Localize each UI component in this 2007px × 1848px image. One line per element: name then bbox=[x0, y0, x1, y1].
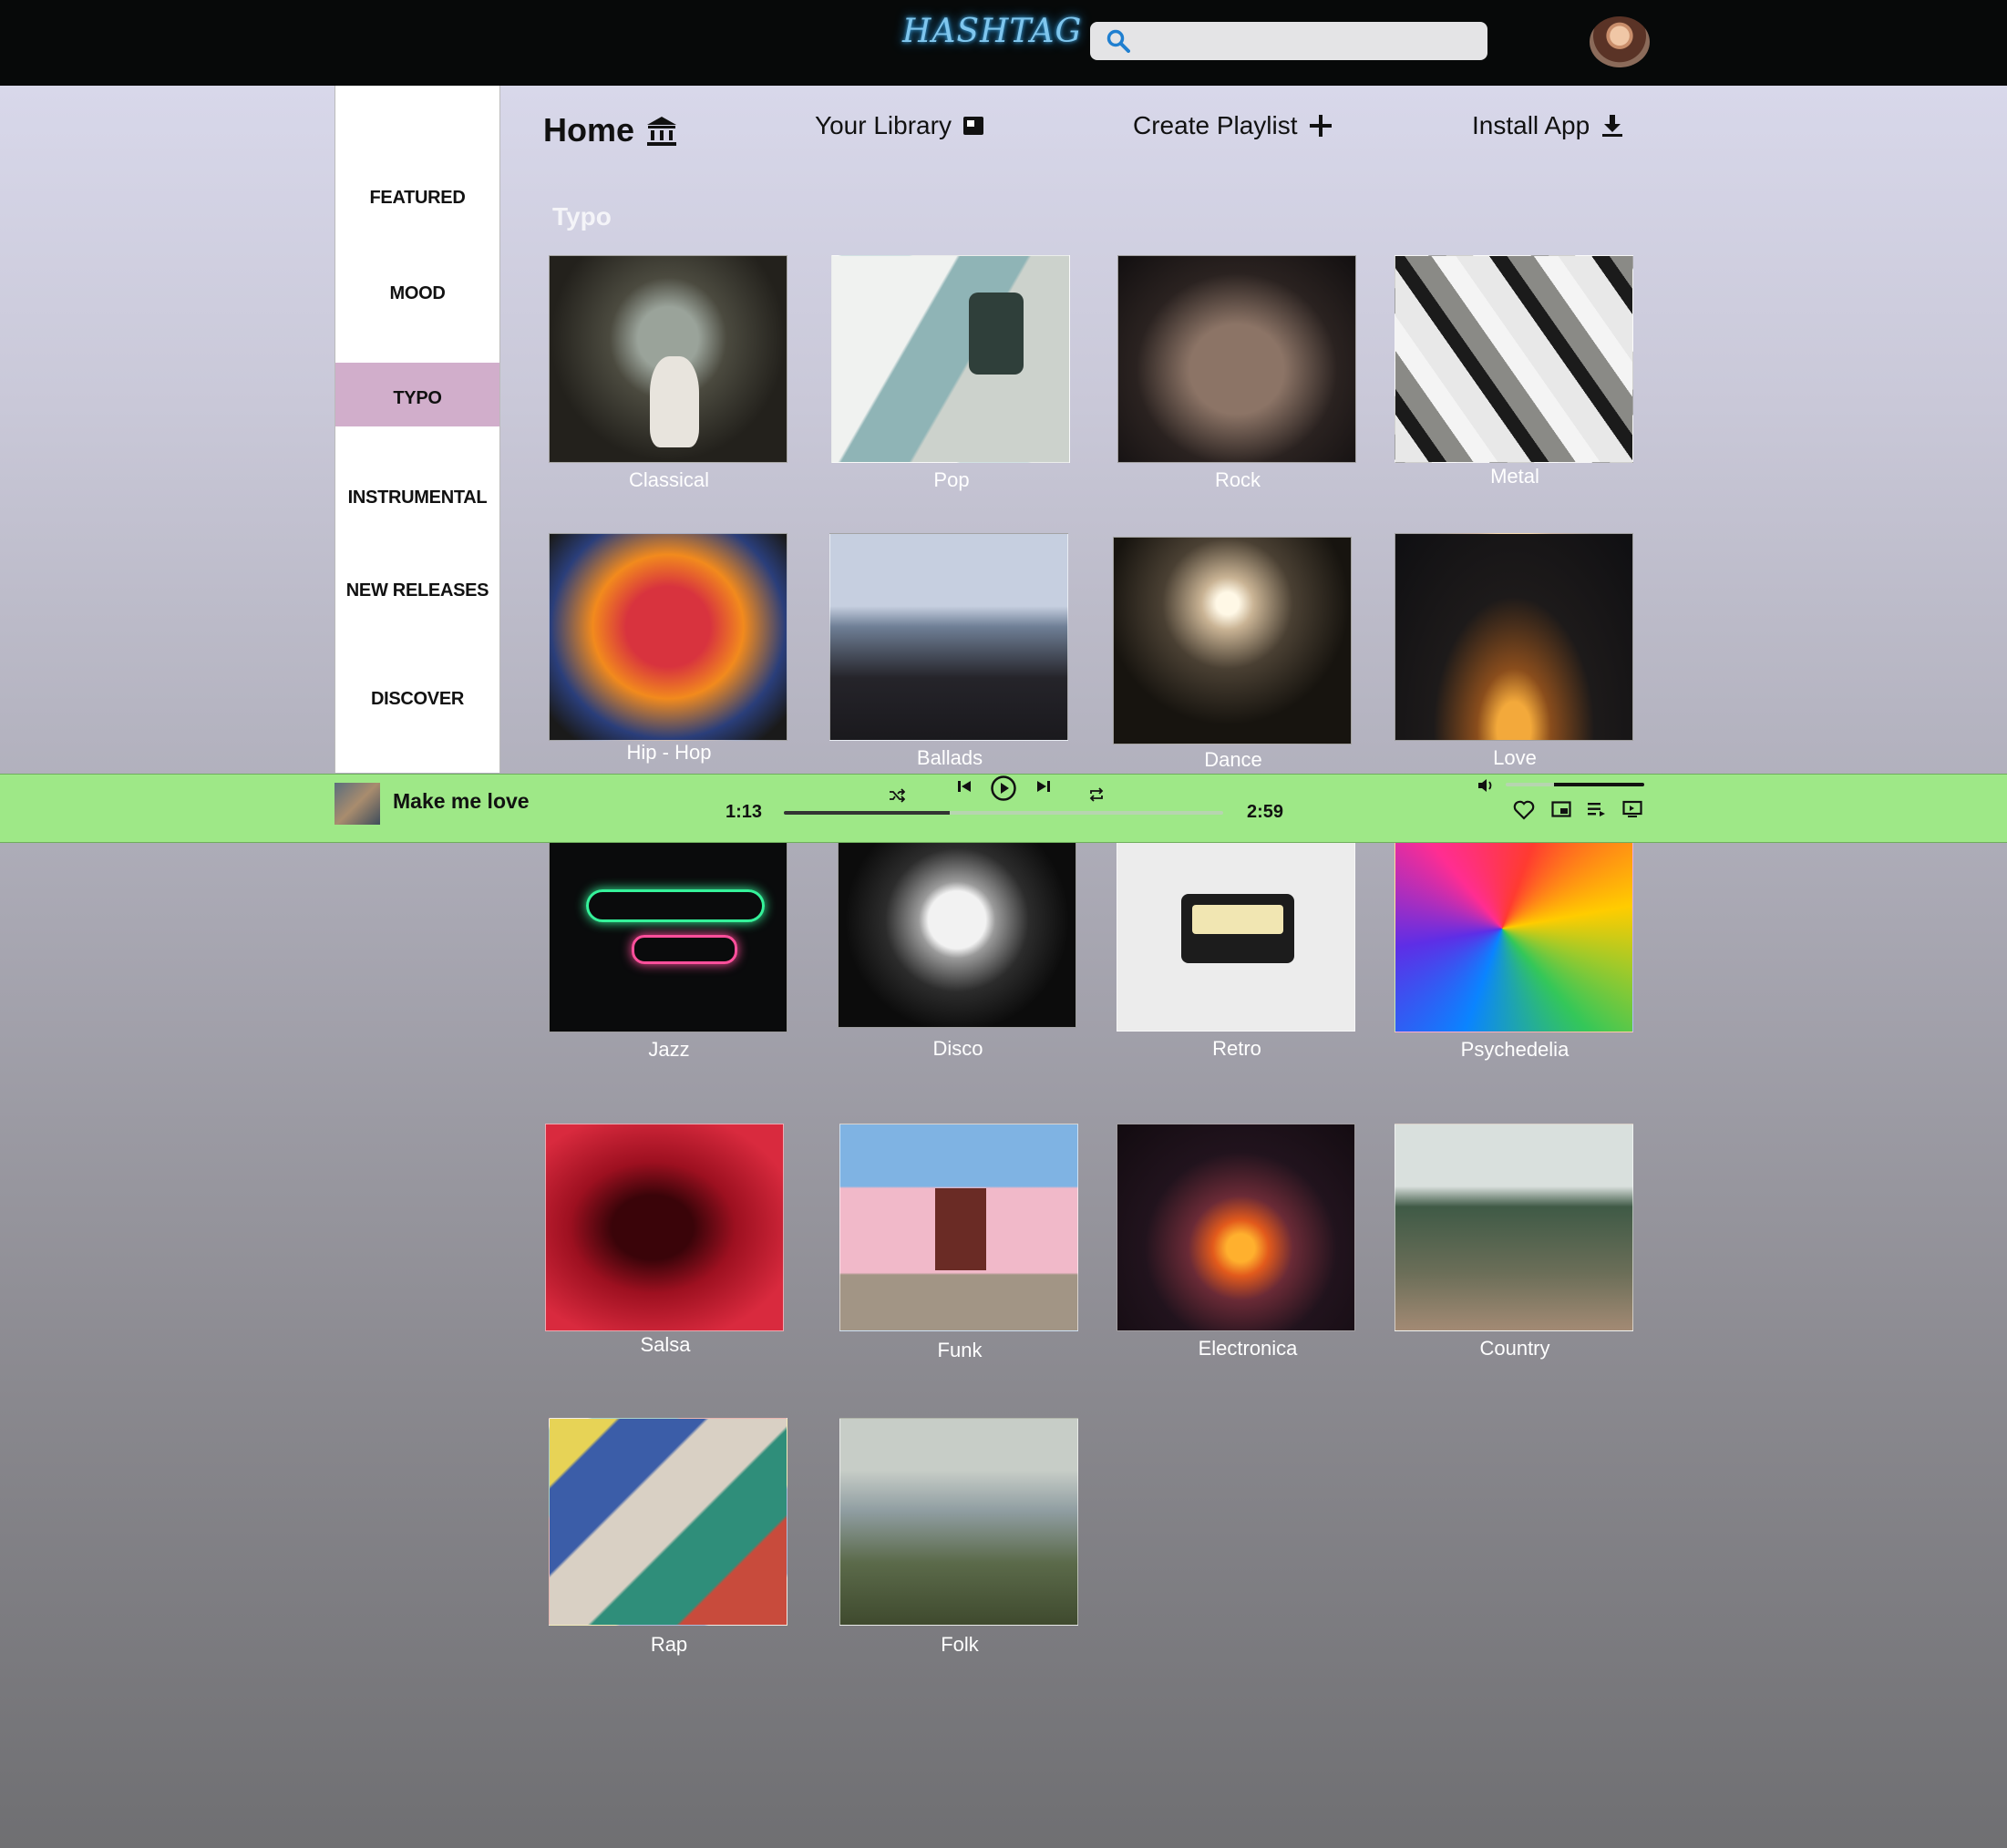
genre-tile-country[interactable]: Country bbox=[1395, 1124, 1635, 1360]
genre-tile-salsa[interactable]: Salsa bbox=[545, 1124, 786, 1356]
genre-image bbox=[549, 533, 787, 741]
genre-image bbox=[1113, 537, 1352, 744]
genre-image bbox=[839, 1124, 1078, 1331]
genre-image bbox=[549, 825, 787, 1032]
genre-tile-pop[interactable]: Pop bbox=[831, 255, 1072, 491]
genre-image bbox=[1117, 1124, 1355, 1331]
nav-create-playlist[interactable]: Create Playlist bbox=[1133, 111, 1333, 140]
genre-image bbox=[1117, 255, 1356, 463]
genre-label: Dance bbox=[1204, 748, 1262, 771]
genre-image bbox=[839, 1418, 1078, 1626]
sidebar-item-mood[interactable]: MOOD bbox=[335, 283, 499, 304]
genre-tile-hip-hop[interactable]: Hip - Hop bbox=[549, 533, 789, 764]
genre-tile-rap[interactable]: Rap bbox=[549, 1418, 789, 1656]
elapsed-time: 1:13 bbox=[726, 802, 763, 822]
genre-label: Psychedelia bbox=[1460, 1038, 1570, 1061]
volume-icon[interactable] bbox=[1477, 776, 1495, 795]
genre-label: Pop bbox=[933, 468, 970, 491]
genre-image bbox=[1117, 824, 1355, 1032]
track-title[interactable]: Make me love bbox=[393, 789, 530, 814]
queue-icon[interactable] bbox=[1587, 801, 1607, 817]
genre-label: Jazz bbox=[648, 1038, 690, 1061]
sidebar-item-featured[interactable]: FEATURED bbox=[335, 188, 499, 209]
genre-tile-retro[interactable]: Retro bbox=[1117, 824, 1357, 1060]
nav-library-label: Your Library bbox=[815, 111, 952, 139]
genre-tile-love[interactable]: Love bbox=[1395, 533, 1635, 769]
genre-image bbox=[829, 533, 1068, 741]
section-title: Typo bbox=[552, 202, 612, 231]
genre-tile-metal[interactable]: Metal bbox=[1395, 255, 1635, 488]
heart-icon[interactable] bbox=[1513, 800, 1535, 820]
genre-tile-ballads[interactable]: Ballads bbox=[829, 533, 1070, 769]
genre-label: Ballads bbox=[916, 746, 983, 769]
genre-label: Retro bbox=[1212, 1037, 1261, 1060]
genre-tile-classical[interactable]: Classical bbox=[549, 255, 789, 491]
plus-icon bbox=[1309, 114, 1333, 138]
genre-label: Rap bbox=[650, 1633, 688, 1656]
genre-label: Folk bbox=[941, 1633, 979, 1656]
genre-tile-disco[interactable]: Disco bbox=[838, 820, 1078, 1060]
volume-fill bbox=[1554, 783, 1644, 786]
genre-image bbox=[1395, 533, 1633, 741]
genre-image bbox=[838, 820, 1076, 1028]
genre-label: Disco bbox=[932, 1037, 983, 1060]
nav-create-label: Create Playlist bbox=[1133, 111, 1298, 139]
repeat-icon[interactable] bbox=[1087, 785, 1106, 804]
genre-image bbox=[549, 255, 787, 463]
genre-tile-electronica[interactable]: Electronica bbox=[1117, 1124, 1357, 1360]
genre-label: Hip - Hop bbox=[626, 741, 712, 764]
library-icon bbox=[962, 115, 984, 137]
avatar[interactable] bbox=[1590, 16, 1650, 67]
sidebar-item-discover[interactable]: DISCOVER bbox=[335, 689, 499, 710]
top-bar: HASHTAG bbox=[0, 0, 2007, 86]
track-thumbnail[interactable] bbox=[334, 783, 380, 825]
genre-tile-dance[interactable]: Dance bbox=[1113, 537, 1353, 771]
play-icon[interactable] bbox=[990, 775, 1017, 802]
total-duration: 2:59 bbox=[1247, 802, 1284, 822]
sidebar-item-typo[interactable]: TYPO bbox=[335, 363, 499, 426]
progress-fill bbox=[784, 811, 950, 815]
genre-image bbox=[549, 1418, 787, 1626]
genre-tile-rock[interactable]: Rock bbox=[1117, 255, 1358, 491]
sidebar: FEATURED MOOD TYPO INSTRUMENTAL NEW RELE… bbox=[334, 86, 500, 773]
genre-label: Metal bbox=[1490, 465, 1539, 488]
nav-home[interactable]: Home bbox=[543, 111, 678, 149]
download-icon bbox=[1600, 114, 1624, 138]
nav-home-label: Home bbox=[543, 111, 635, 149]
genre-label: Funk bbox=[937, 1339, 983, 1361]
genre-label: Love bbox=[1493, 746, 1537, 769]
previous-icon[interactable] bbox=[956, 778, 973, 795]
sidebar-item-new-releases[interactable]: NEW RELEASES bbox=[335, 580, 499, 601]
logo[interactable]: HASHTAG bbox=[902, 13, 1082, 50]
genre-image bbox=[545, 1124, 784, 1331]
shuffle-icon[interactable] bbox=[889, 787, 905, 804]
genre-tile-funk[interactable]: Funk bbox=[839, 1124, 1080, 1361]
devices-icon[interactable] bbox=[1622, 800, 1642, 818]
nav-install-label: Install App bbox=[1472, 111, 1590, 139]
genre-tile-folk[interactable]: Folk bbox=[839, 1418, 1080, 1656]
nav-library[interactable]: Your Library bbox=[815, 111, 984, 140]
genre-image bbox=[1395, 825, 1633, 1032]
bank-icon bbox=[645, 114, 678, 147]
genre-label: Classical bbox=[628, 468, 710, 491]
search-input[interactable] bbox=[1143, 27, 1475, 56]
genre-label: Electronica bbox=[1198, 1337, 1298, 1360]
mini-player-icon[interactable] bbox=[1551, 801, 1571, 817]
player-bar: Make me love 1:13 2:59 bbox=[0, 774, 2007, 843]
genre-label: Country bbox=[1479, 1337, 1550, 1360]
search-box[interactable] bbox=[1090, 22, 1487, 60]
genre-tile-psychedelia[interactable]: Psychedelia bbox=[1395, 825, 1635, 1061]
volume-slider[interactable] bbox=[1506, 783, 1644, 786]
genre-image bbox=[831, 255, 1070, 463]
genre-image bbox=[1395, 1124, 1633, 1331]
genre-label: Rock bbox=[1214, 468, 1261, 491]
genre-tile-jazz[interactable]: Jazz bbox=[549, 825, 789, 1061]
search-icon[interactable] bbox=[1106, 29, 1130, 53]
nav-install-app[interactable]: Install App bbox=[1472, 111, 1624, 140]
next-icon[interactable] bbox=[1035, 778, 1052, 795]
genre-label: Salsa bbox=[640, 1333, 691, 1356]
sidebar-item-instrumental[interactable]: INSTRUMENTAL bbox=[335, 488, 499, 508]
progress-bar[interactable] bbox=[784, 811, 1223, 815]
genre-image bbox=[1395, 255, 1633, 463]
